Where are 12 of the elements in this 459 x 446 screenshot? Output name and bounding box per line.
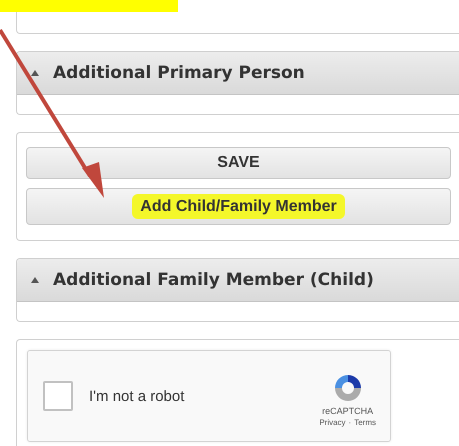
separator: · — [348, 418, 352, 426]
accordion-title: Additional Primary Person — [53, 63, 305, 83]
terms-link[interactable]: Terms — [354, 418, 376, 426]
accordion-header[interactable]: Additional Primary Person — [17, 52, 459, 95]
checkbox-label: I'm not a robot — [89, 388, 186, 404]
highlighted-button[interactable]: Add Child/Family Member — [26, 188, 451, 225]
checkbox[interactable] — [43, 381, 73, 411]
brand-text: reCAPTCHA — [322, 406, 374, 416]
save-button[interactable]: SAVE — [26, 147, 451, 179]
accordion-header[interactable]: Additional Family Member (Child) — [17, 259, 459, 302]
accordion-title: Additional Family Member (Child) — [53, 270, 374, 290]
privacy-link[interactable]: Privacy — [319, 418, 346, 426]
